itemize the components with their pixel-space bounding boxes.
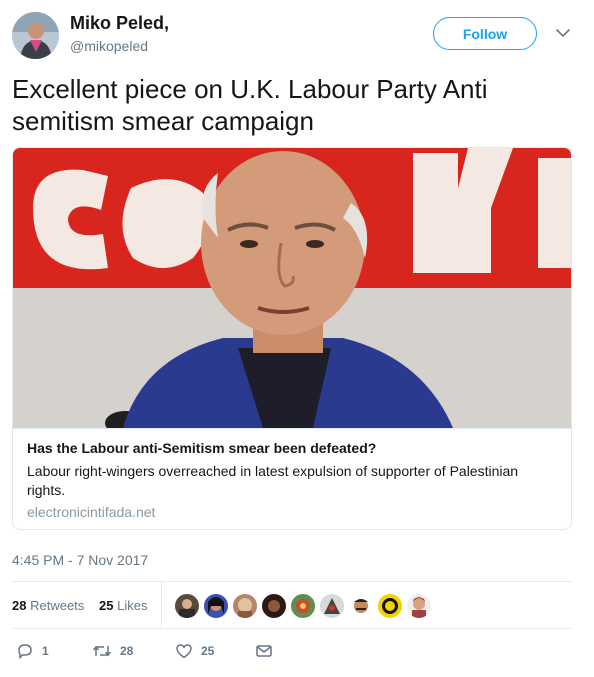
like-count: 25 (201, 644, 215, 658)
liker-avatar[interactable] (406, 593, 432, 619)
stats-separator (161, 582, 162, 628)
retweets-count: 28 (12, 598, 27, 613)
retweet-count: 28 (120, 644, 134, 658)
reply-icon (18, 644, 32, 659)
liker-avatar[interactable] (261, 593, 287, 619)
tweet: Miko Peled, @mikopeled Follow Excellent … (0, 0, 594, 677)
card-title[interactable]: Has the Labour anti-Semitism smear been … (27, 440, 376, 456)
reply-action[interactable]: 1 (16, 642, 49, 660)
heart-icon (176, 644, 192, 659)
divider (12, 628, 572, 629)
link-card[interactable]: Has the Labour anti-Semitism smear been … (12, 147, 572, 530)
user-handle[interactable]: @mikopeled (70, 38, 148, 54)
card-domain: electronicintifada.net (27, 504, 156, 520)
liker-avatar[interactable] (290, 593, 316, 619)
card-body[interactable]: Has the Labour anti-Semitism smear been … (13, 428, 571, 520)
likes-count: 25 (99, 598, 114, 613)
retweets-label: Retweets (30, 598, 85, 613)
card-description: Labour right-wingers overreached in late… (27, 463, 519, 498)
likes-stat[interactable]: 25 Likes (99, 598, 147, 613)
display-name[interactable]: Miko Peled, (70, 13, 169, 34)
tweet-timestamp[interactable]: 4:45 PM - 7 Nov 2017 (12, 552, 148, 568)
tweet-actions: 1 28 25 (12, 640, 572, 664)
like-action[interactable]: 25 (175, 642, 214, 660)
retweet-icon (92, 645, 112, 657)
card-image[interactable] (13, 148, 571, 428)
liker-avatar[interactable] (203, 593, 229, 619)
liker-avatar[interactable] (319, 593, 345, 619)
tweet-stats: 28 Retweets 25 Likes (12, 582, 572, 628)
tweet-text: Excellent piece on U.K. Labour Party Ant… (12, 74, 488, 136)
retweet-action[interactable]: 28 (92, 642, 133, 660)
chevron-down-icon[interactable] (555, 27, 571, 39)
liker-avatar[interactable] (232, 593, 258, 619)
user-avatar[interactable] (12, 12, 59, 59)
liker-avatar[interactable] (377, 593, 403, 619)
follow-button[interactable]: Follow (433, 17, 537, 50)
retweets-stat[interactable]: 28 Retweets (12, 598, 84, 613)
envelope-icon (256, 645, 272, 657)
direct-message-action[interactable] (255, 642, 273, 660)
reply-count: 1 (42, 644, 49, 658)
likes-label: Likes (117, 598, 148, 613)
liker-avatar[interactable] (348, 593, 374, 619)
liker-avatar[interactable] (174, 593, 200, 619)
